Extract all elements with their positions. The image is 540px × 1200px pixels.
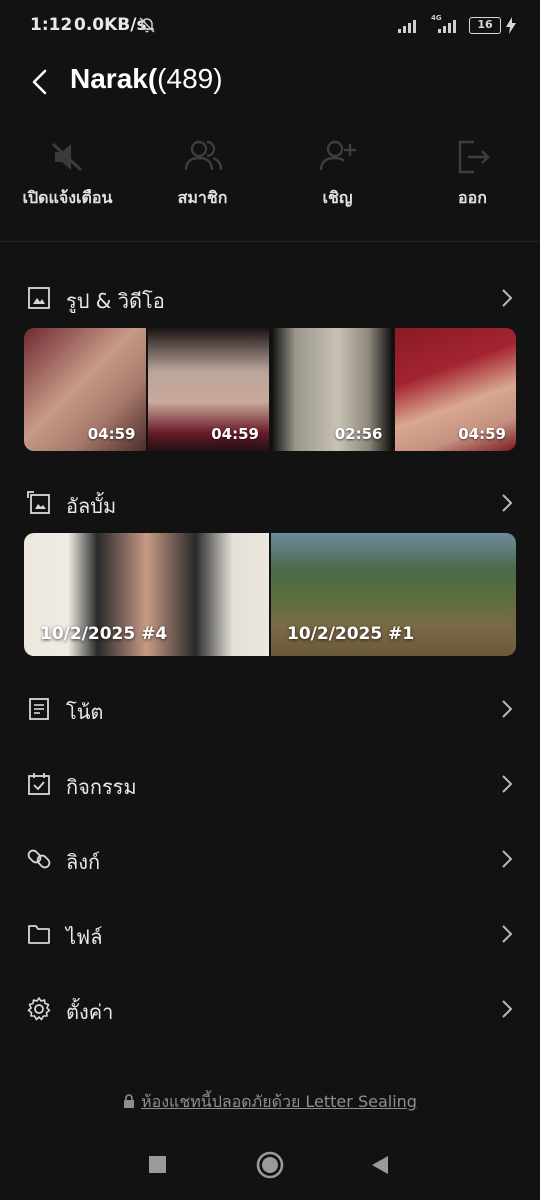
events-label: กิจกรรม: [66, 775, 137, 799]
mute-icon: [51, 142, 83, 172]
chevron-right-icon: [502, 775, 513, 793]
members-label: สมาชิก: [177, 188, 228, 207]
albums-section-row[interactable]: อัลบั้ม: [0, 478, 540, 528]
signal-icon: [438, 20, 456, 33]
album-name: 10/2/2025 #4: [40, 624, 168, 644]
letter-sealing-note[interactable]: ห้องแชทนี้ปลอดภัยด้วย Letter Sealing: [0, 1090, 540, 1115]
album-name: 10/2/2025 #1: [287, 624, 415, 644]
settings-label: ตั้งค่า: [66, 1000, 114, 1024]
notifications-label: เปิดแจ้งเตือน: [22, 188, 113, 207]
chevron-right-icon: [502, 494, 513, 512]
notes-row[interactable]: โน้ต: [0, 684, 540, 734]
system-nav-bar: [0, 1130, 540, 1200]
video-duration: 04:59: [87, 425, 136, 443]
charging-icon: [506, 17, 516, 34]
leave-icon: [458, 140, 490, 174]
note-icon: [29, 698, 49, 720]
leave-button[interactable]: ออก: [405, 128, 540, 228]
chevron-right-icon: [502, 925, 513, 943]
recents-square-icon[interactable]: [143, 1150, 173, 1180]
status-time: 1:12: [30, 15, 73, 35]
letter-sealing-text: ห้องแชทนี้ปลอดภัยด้วย Letter Sealing: [141, 1092, 417, 1111]
video-thumbnail[interactable]: 04:59: [394, 328, 516, 451]
folder-icon: [28, 925, 50, 944]
settings-row[interactable]: ตั้งค่า: [0, 984, 540, 1034]
divider: [0, 241, 540, 242]
video-duration: 04:59: [458, 425, 506, 443]
chat-info-header: Narak((489): [0, 55, 540, 110]
media-thumbnail-strip: 04:59 04:59 02:56 04:59: [24, 328, 516, 451]
video-duration: 02:56: [334, 425, 383, 443]
chevron-right-icon: [502, 700, 513, 718]
back-triangle-icon[interactable]: [366, 1150, 396, 1180]
links-label: ลิงก์: [66, 850, 101, 874]
video-thumbnail[interactable]: 04:59: [24, 328, 146, 451]
signal-icon: [398, 20, 416, 33]
lock-icon: [124, 1094, 135, 1108]
invite-icon: [319, 140, 356, 171]
media-section-label: รูป & วิดีโอ: [66, 289, 165, 313]
notes-label: โน้ต: [66, 700, 104, 724]
albums-section-label: อัลบั้ม: [66, 494, 117, 518]
files-label: ไฟล์: [66, 925, 103, 949]
video-duration: 04:59: [211, 425, 259, 443]
photo-icon: [28, 287, 50, 309]
members-button[interactable]: สมาชิก: [135, 128, 270, 228]
video-thumbnail[interactable]: 04:59: [147, 328, 269, 451]
chat-title: Narak((489): [70, 63, 223, 95]
gear-icon: [27, 997, 51, 1021]
media-section-row[interactable]: รูป & วิดีโอ: [0, 273, 540, 323]
events-row[interactable]: กิจกรรม: [0, 759, 540, 809]
invite-label: เชิญ: [322, 188, 353, 207]
chevron-right-icon: [502, 850, 513, 868]
status-network-speed: 0.0KB/s: [74, 15, 147, 35]
chevron-right-icon: [502, 1000, 513, 1018]
invite-button[interactable]: เชิญ: [270, 128, 405, 228]
video-thumbnail[interactable]: 02:56: [271, 328, 393, 451]
links-row[interactable]: ลิงก์: [0, 834, 540, 884]
chat-name: Narak(: [70, 63, 158, 94]
action-row: เปิดแจ้งเตือน สมาชิก เชิญ ออก: [0, 128, 540, 228]
link-icon: [27, 849, 51, 869]
album-icon: [27, 491, 50, 514]
album-card[interactable]: 10/2/2025 #1: [271, 533, 516, 656]
files-row[interactable]: ไฟล์: [0, 909, 540, 959]
members-icon: [184, 140, 223, 171]
status-bar: 1:12 0.0KB/s 4G 16: [0, 0, 540, 52]
calendar-check-icon: [28, 773, 50, 795]
leave-label: ออก: [458, 188, 487, 207]
back-arrow-icon[interactable]: [24, 65, 58, 99]
chevron-right-icon: [502, 289, 513, 307]
member-count: (489): [157, 63, 223, 94]
notifications-button[interactable]: เปิดแจ้งเตือน: [0, 128, 135, 228]
home-circle-icon[interactable]: [254, 1149, 286, 1181]
bell-off-icon: [139, 17, 155, 33]
album-card[interactable]: 10/2/2025 #4: [24, 533, 269, 656]
battery-level: 16: [469, 17, 501, 34]
album-strip: 10/2/2025 #4 10/2/2025 #1: [24, 533, 516, 656]
